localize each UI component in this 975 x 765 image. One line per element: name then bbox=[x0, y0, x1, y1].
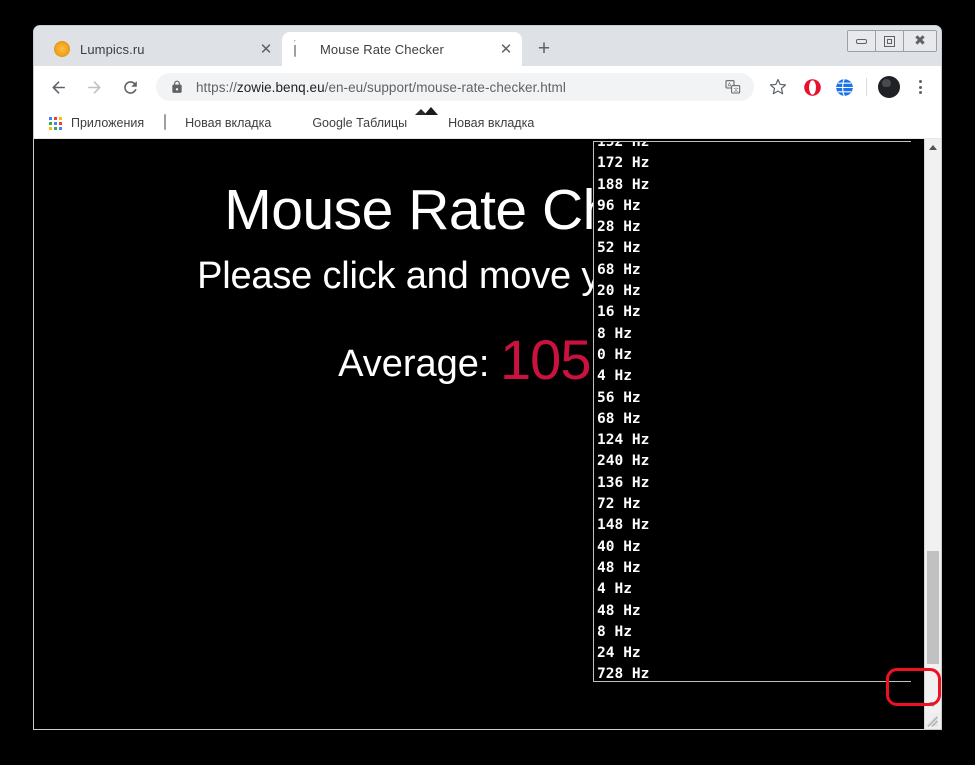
tab-lumpics[interactable]: Lumpics.ru ✕ bbox=[42, 32, 282, 66]
hz-log-entry: 48 Hz bbox=[597, 602, 641, 619]
hz-log-entry: 28 Hz bbox=[597, 219, 641, 236]
new-tab-button[interactable]: + bbox=[530, 34, 558, 62]
bookmark-label: Новая вкладка bbox=[185, 116, 272, 130]
globe-extension-icon[interactable] bbox=[830, 73, 858, 101]
page-content: Mouse Rate Checker Please click and move… bbox=[34, 139, 941, 729]
hz-log-entry: 8 Hz bbox=[597, 325, 632, 342]
hz-log-list: 152 Hz 172 Hz 188 Hz 96 Hz 28 Hz 52 Hz 68 Hz 20… bbox=[594, 141, 911, 682]
hz-log-entry: 0 Hz bbox=[597, 346, 632, 363]
hz-log-entry: 68 Hz bbox=[597, 410, 641, 427]
bookmark-new-tab-1[interactable]: Новая вкладка bbox=[158, 111, 279, 135]
tab-title: Mouse Rate Checker bbox=[320, 41, 444, 57]
toolbar-divider bbox=[866, 78, 867, 96]
url-scheme: https:// bbox=[196, 79, 237, 95]
window-controls: ✖ bbox=[847, 30, 937, 52]
back-button[interactable] bbox=[43, 72, 73, 102]
url-path: /en-eu/support/mouse-rate-checker.html bbox=[324, 79, 566, 95]
hz-log-entry: 188 Hz bbox=[597, 176, 650, 193]
bookmark-star-button[interactable] bbox=[763, 72, 793, 102]
tab-strip: Lumpics.ru ✕ Mouse Rate Checker ✕ + ✖ bbox=[34, 26, 941, 66]
hz-log-entry: 8 Hz bbox=[597, 623, 632, 640]
minimize-button[interactable] bbox=[848, 31, 876, 51]
page-doc-icon bbox=[294, 40, 310, 57]
tab-close-button[interactable]: ✕ bbox=[496, 39, 516, 59]
hz-log-entry: 172 Hz bbox=[597, 155, 650, 172]
bookmarks-bar: Приложения Новая вкладка Google Таблицы … bbox=[34, 108, 941, 139]
hz-log-entry: 56 Hz bbox=[597, 389, 641, 406]
hz-log-entry: 72 Hz bbox=[597, 496, 641, 513]
scroll-down-arrow[interactable] bbox=[925, 696, 941, 713]
bookmark-apps[interactable]: Приложения bbox=[44, 111, 152, 135]
scroll-up-arrow[interactable] bbox=[925, 139, 941, 156]
menu-dot bbox=[918, 80, 922, 83]
star-icon bbox=[769, 78, 787, 95]
minimize-icon bbox=[856, 38, 867, 44]
orange-circle-icon bbox=[54, 41, 70, 57]
page-doc-icon bbox=[162, 114, 178, 131]
back-arrow-icon bbox=[51, 80, 65, 94]
browser-toolbar: https://zowie.benq.eu/en-eu/support/mous… bbox=[34, 66, 941, 108]
url-text: https://zowie.benq.eu/en-eu/support/mous… bbox=[196, 80, 720, 95]
resize-grip-icon[interactable] bbox=[925, 713, 941, 729]
bookmark-label: Новая вкладка bbox=[448, 116, 535, 130]
average-label: Average: bbox=[338, 343, 501, 385]
page-scrollbar[interactable] bbox=[924, 139, 941, 729]
browser-window: Lumpics.ru ✕ Mouse Rate Checker ✕ + ✖ ht… bbox=[33, 25, 942, 730]
svg-text:A: A bbox=[728, 82, 732, 88]
reload-button[interactable] bbox=[115, 72, 145, 102]
url-domain: zowie.benq.eu bbox=[236, 79, 325, 95]
avatar[interactable] bbox=[878, 76, 900, 98]
hz-log-entry: 24 Hz bbox=[597, 645, 641, 662]
reload-icon bbox=[123, 80, 137, 94]
hz-log-entry: 136 Hz bbox=[597, 474, 650, 491]
hz-log-entry: 148 Hz bbox=[597, 517, 650, 534]
hz-log-entry: 20 Hz bbox=[597, 283, 641, 300]
scroll-thumb[interactable] bbox=[927, 551, 939, 664]
hz-log-entry: 40 Hz bbox=[597, 538, 641, 555]
hz-log-entry: 728 Hz bbox=[597, 666, 650, 682]
close-icon: ✖ bbox=[914, 33, 926, 49]
hz-log-entry: 68 Hz bbox=[597, 261, 641, 278]
forward-button[interactable] bbox=[79, 72, 109, 102]
opera-extension-icon[interactable] bbox=[798, 73, 826, 101]
bookmark-new-tab-2[interactable]: Новая вкладка bbox=[421, 111, 542, 135]
bookmark-label: Приложения bbox=[71, 116, 145, 130]
tab-mouse-rate-checker[interactable]: Mouse Rate Checker ✕ bbox=[282, 32, 522, 66]
hz-log-entry: 16 Hz bbox=[597, 304, 641, 321]
average-value: 105 bbox=[500, 328, 591, 391]
hz-log-entry: 152 Hz bbox=[597, 141, 650, 150]
scroll-up-arrow-icon bbox=[929, 145, 937, 150]
hz-log-entry: 52 Hz bbox=[597, 240, 641, 257]
bookmark-label: Google Таблицы bbox=[312, 116, 408, 130]
translate-icon[interactable]: A 文 bbox=[720, 74, 746, 100]
google-sheets-icon bbox=[289, 115, 305, 131]
scroll-down-arrow-icon bbox=[929, 702, 937, 707]
hz-log-panel[interactable]: 152 Hz 172 Hz 188 Hz 96 Hz 28 Hz 52 Hz 68 Hz 20… bbox=[593, 141, 911, 682]
lock-icon bbox=[172, 80, 182, 93]
address-bar[interactable]: https://zowie.benq.eu/en-eu/support/mous… bbox=[156, 73, 754, 101]
hz-log-entry: 124 Hz bbox=[597, 432, 650, 449]
menu-dot bbox=[918, 91, 922, 94]
apps-grid-icon bbox=[48, 115, 64, 131]
hz-log-entry: 4 Hz bbox=[597, 581, 632, 598]
close-button[interactable]: ✖ bbox=[904, 31, 936, 51]
maximize-icon bbox=[884, 35, 895, 47]
hz-log-entry: 4 Hz bbox=[597, 368, 632, 385]
image-icon bbox=[425, 115, 441, 131]
hz-log-entry: 240 Hz bbox=[597, 453, 650, 470]
tab-close-button[interactable]: ✕ bbox=[256, 39, 276, 59]
hz-log-entry: 48 Hz bbox=[597, 559, 641, 576]
menu-dot bbox=[918, 85, 922, 89]
forward-arrow-icon bbox=[87, 80, 101, 94]
three-dot-menu[interactable] bbox=[907, 74, 933, 100]
hz-log-entry: 96 Hz bbox=[597, 197, 641, 214]
bookmark-google-sheets[interactable]: Google Таблицы bbox=[285, 111, 415, 135]
tab-title: Lumpics.ru bbox=[80, 41, 145, 57]
maximize-button[interactable] bbox=[876, 31, 904, 51]
